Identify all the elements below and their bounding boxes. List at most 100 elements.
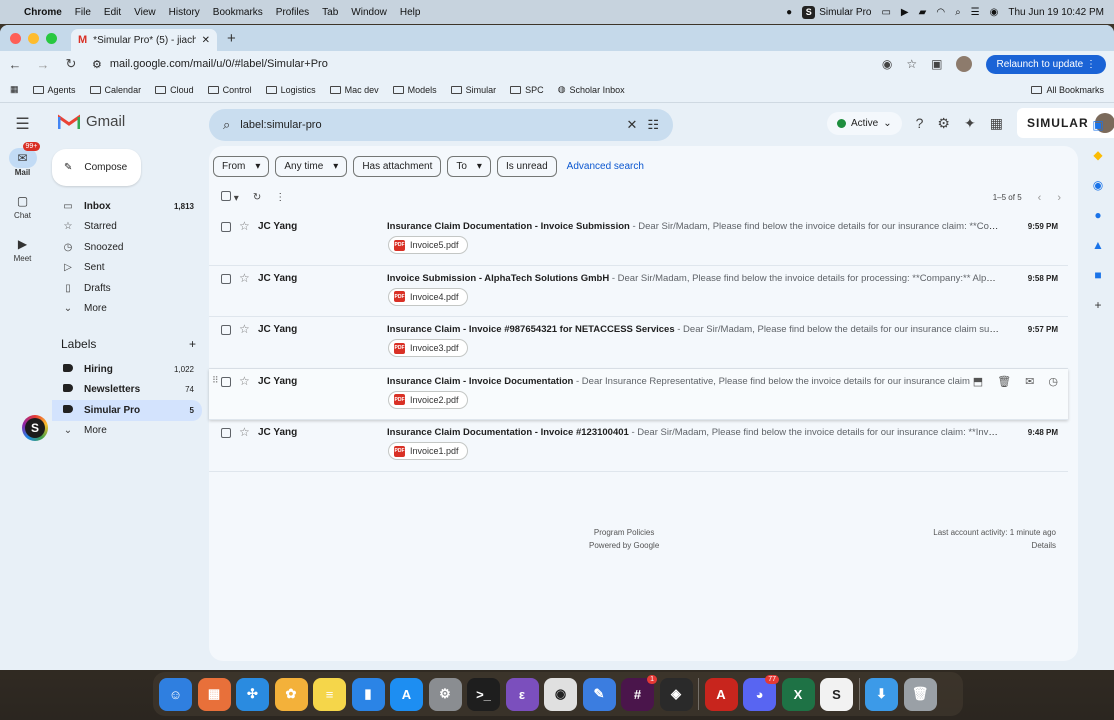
snooze-icon[interactable]: ◷ [1048, 375, 1058, 388]
menu-app-name[interactable]: Chrome [24, 7, 62, 18]
mail-search-bar[interactable]: ⌕ label:simular-pro ✕ ☷ [209, 109, 673, 141]
nav-more[interactable]: ⌄ More [52, 299, 202, 320]
rail-chat[interactable]: ▢ Chat [9, 191, 37, 220]
tasks-icon[interactable]: ◉ [1090, 177, 1106, 193]
keep-icon[interactable]: ◆ [1090, 147, 1106, 163]
menu-tab[interactable]: Tab [322, 7, 338, 18]
dock-chrome-icon[interactable]: ◉ [544, 677, 577, 711]
bookmark-simular[interactable]: Simular [450, 85, 496, 95]
filter-any-time[interactable]: Any time ▾ [275, 156, 348, 177]
contacts-icon[interactable]: ● [1090, 207, 1106, 223]
nav-sent[interactable]: ▷ Sent [52, 258, 202, 279]
select-all-checkbox[interactable]: ▾ [221, 191, 239, 204]
relaunch-button[interactable]: Relaunch to update ⋮ [986, 54, 1106, 74]
advanced-search-link[interactable]: Advanced search [567, 156, 644, 177]
search-icon[interactable]: ⌕ [223, 117, 230, 133]
dock-simular-icon[interactable]: S [820, 677, 853, 711]
main-menu-icon[interactable]: ☰ [15, 114, 29, 134]
filter-to[interactable]: To ▾ [447, 156, 491, 177]
row-checkbox[interactable] [221, 324, 231, 338]
menu-help[interactable]: Help [400, 7, 421, 18]
row-checkbox[interactable] [221, 427, 231, 441]
attachment-chip[interactable]: PDF Invoice1.pdf [388, 442, 468, 460]
search-options-icon[interactable]: ☷ [647, 117, 659, 133]
attachment-chip[interactable]: PDF Invoice3.pdf [388, 339, 468, 357]
google-apps-icon[interactable]: ▦ [990, 115, 1003, 132]
dock-notes-icon[interactable]: ≡ [313, 677, 346, 711]
dock-box-app-icon[interactable]: ◈ [659, 677, 693, 711]
menu-bookmarks[interactable]: Bookmarks [213, 7, 263, 18]
bookmark-scholar-inbox[interactable]: ◍ Scholar Inbox [558, 84, 625, 95]
zoom-window-button[interactable] [46, 32, 57, 44]
dock-photos-icon[interactable]: ✿ [274, 677, 308, 711]
play-icon[interactable]: ▶ [901, 7, 909, 18]
back-icon[interactable]: ← [8, 57, 22, 72]
forward-icon[interactable]: → [36, 57, 50, 72]
new-tab-icon[interactable]: + [227, 30, 236, 47]
filter-from[interactable]: From ▾ [213, 156, 270, 177]
all-bookmarks[interactable]: All Bookmarks [1031, 85, 1104, 95]
bookmark-star-icon[interactable]: ☆ [906, 57, 917, 71]
bookmark-agents[interactable]: Agents [32, 85, 76, 95]
menu-view[interactable]: View [134, 7, 156, 18]
dock-excel-icon[interactable]: X [781, 677, 815, 711]
label-hiring[interactable]: Hiring 1,022 [52, 359, 202, 380]
dock-xcode-editor-icon[interactable]: ✎ [582, 677, 616, 711]
email-row[interactable]: ⠿ ☆ JC Yang Insurance Claim - Invoice Do… [209, 368, 1068, 420]
row-checkbox[interactable] [221, 376, 231, 390]
bookmark-logistics[interactable]: Logistics [265, 85, 316, 95]
tab-gmail[interactable]: M *Simular Pro* (5) - jiachen@s ✕ [71, 29, 217, 51]
more-actions-icon[interactable]: ⋮ [275, 192, 285, 203]
settings-gear-icon[interactable]: ⚙ [937, 115, 950, 132]
bookmark-calendar[interactable]: Calendar [89, 85, 141, 95]
archive-icon[interactable]: ⬒ [973, 375, 983, 388]
dock-slack-icon[interactable]: #1 [621, 674, 657, 711]
activity-details-link[interactable]: Details [933, 539, 1056, 552]
nav-drafts[interactable]: ▯ Drafts [52, 278, 202, 299]
filter-is-unread[interactable]: Is unread [496, 156, 557, 177]
close-window-button[interactable] [10, 32, 21, 44]
dock-app-store-icon[interactable]: A [390, 677, 423, 711]
bookmark-mac-dev[interactable]: Mac dev [329, 85, 379, 95]
address-bar[interactable]: ⚙ mail.google.com/mail/u/0/#label/Simula… [92, 53, 868, 75]
reload-icon[interactable]: ↻ [64, 56, 78, 72]
attachment-chip[interactable]: PDF Invoice5.pdf [388, 236, 468, 254]
dock-downloads-icon[interactable]: ⬇ [865, 677, 898, 711]
email-row[interactable]: ☆ JC Yang Insurance Claim Documentation … [209, 214, 1068, 266]
mark-unread-icon[interactable]: ✉ [1025, 375, 1034, 388]
refresh-icon[interactable]: ↻ [253, 192, 261, 203]
nav-starred[interactable]: ☆ Starred [52, 217, 202, 238]
drive-icon[interactable]: ▲ [1090, 237, 1106, 253]
star-icon[interactable]: ☆ [239, 219, 250, 233]
battery-icon[interactable]: ▰ [919, 7, 927, 18]
nav-snoozed[interactable]: ◷ Snoozed [52, 237, 202, 258]
dock-emacs-icon[interactable]: ε [505, 677, 539, 711]
attachment-chip[interactable]: PDF Invoice2.pdf [388, 390, 468, 409]
menu-file[interactable]: File [75, 7, 91, 18]
help-icon[interactable]: ? [916, 115, 924, 131]
calendar-icon[interactable]: ▣ [1090, 117, 1106, 133]
search-input[interactable]: label:simular-pro [240, 119, 616, 131]
dock-terminal-icon[interactable]: >_ [467, 677, 500, 711]
wifi-icon[interactable]: ◠ [936, 7, 945, 18]
dock-trash-icon[interactable]: 🗑 [903, 677, 937, 711]
clear-search-icon[interactable]: ✕ [626, 117, 637, 133]
apps-grid-icon[interactable]: ▦ [10, 84, 19, 95]
spotlight-search-icon[interactable]: ⌕ [955, 7, 961, 18]
gemini-sparkle-icon[interactable]: ✦ [964, 115, 976, 132]
rail-mail[interactable]: ✉ 99+ Mail [8, 142, 41, 177]
filter-has-attachment[interactable]: Has attachment [353, 156, 442, 177]
prev-page-icon[interactable]: ‹ [1038, 192, 1042, 204]
rail-meet[interactable]: ▶ Meet [9, 234, 37, 263]
dock-settings-icon[interactable]: ⚙ [428, 677, 462, 711]
bookmark-control[interactable]: Control [207, 85, 252, 95]
minimize-window-button[interactable] [28, 32, 39, 44]
label-newsletters[interactable]: Newsletters 74 [52, 380, 202, 401]
drag-handle-icon[interactable]: ⠿ [212, 375, 219, 386]
star-icon[interactable]: ☆ [239, 271, 250, 285]
siri-icon[interactable]: ◉ [990, 7, 999, 18]
menu-edit[interactable]: Edit [104, 7, 121, 18]
delete-icon[interactable]: 🗑 [997, 375, 1011, 388]
star-icon[interactable]: ☆ [239, 374, 250, 388]
create-label-icon[interactable]: + [189, 337, 196, 351]
